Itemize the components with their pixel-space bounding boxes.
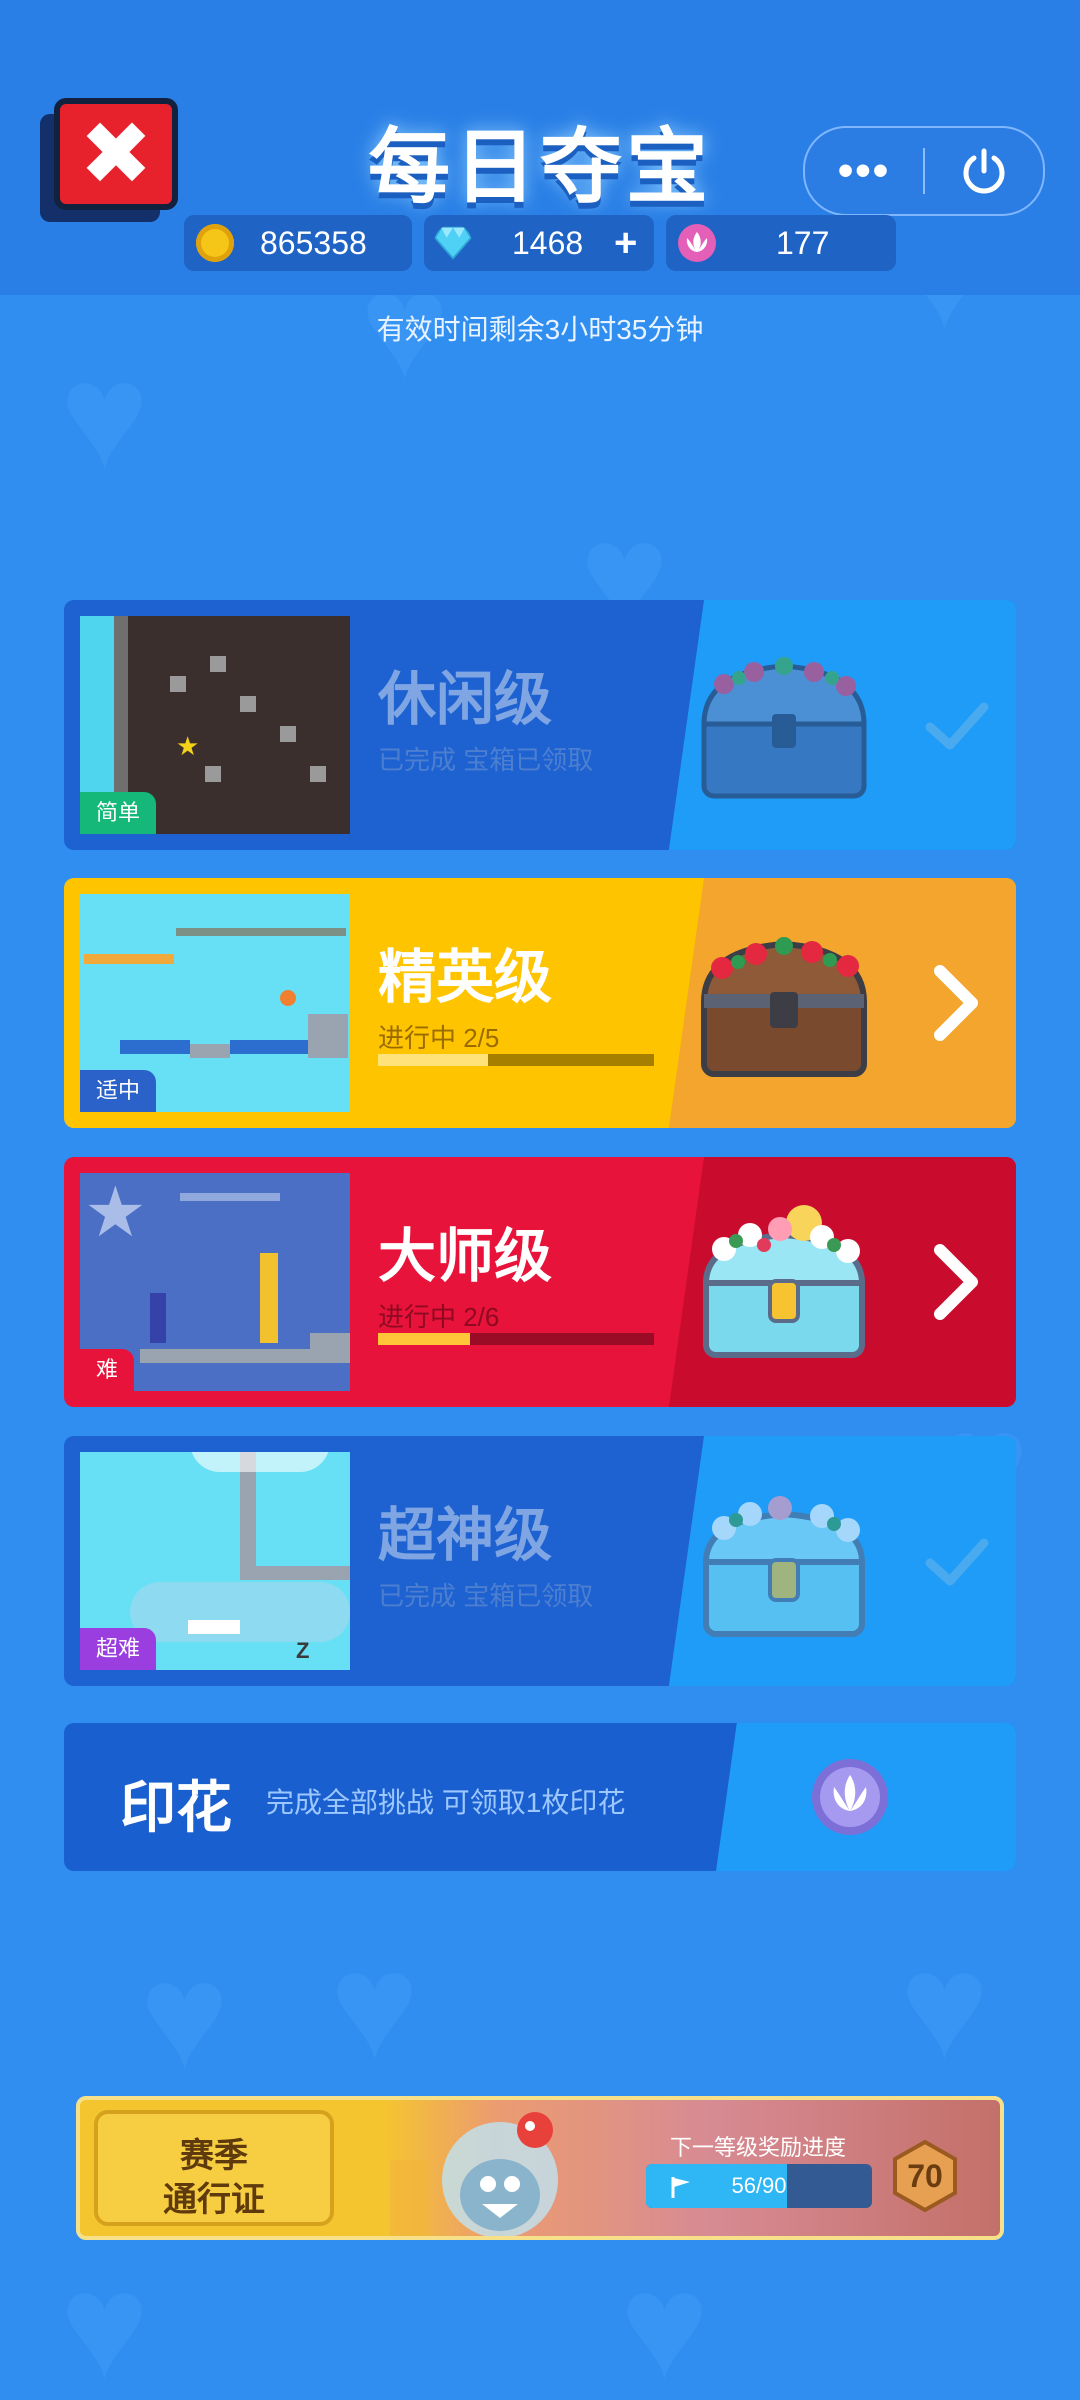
blossom-chest-icon: [702, 1205, 866, 1358]
gold-balance: 865358: [184, 215, 412, 271]
heart-icon: ♥: [140, 1931, 230, 2099]
time-remaining: 有效时间剩余3小时35分钟: [376, 314, 704, 345]
chevron-right-icon: [934, 1244, 978, 1320]
level-progress-bar: [378, 1333, 654, 1345]
mini-program-capsule: •••: [803, 126, 1045, 216]
heart-icon: ♥: [900, 1921, 990, 2089]
level-card-master[interactable]: ★ 难 大师级 进行中 2/6: [64, 1157, 1016, 1407]
level-progress-fill: [378, 1054, 489, 1066]
check-icon: [925, 1538, 989, 1586]
difficulty-tag: 难: [80, 1349, 135, 1391]
difficulty-tag: 超难: [80, 1628, 157, 1670]
season-pass-label-2: 通行证: [163, 2181, 265, 2219]
level-status: 进行中 2/5: [378, 1023, 500, 1053]
season-pass-label-1: 赛季: [180, 2137, 248, 2175]
more-button[interactable]: •••: [805, 128, 923, 214]
level-card-godlike[interactable]: Z 超难 超神级 已完成 宝箱已领取: [64, 1436, 1016, 1686]
level-name: 超神级: [378, 1503, 553, 1568]
heart-icon: ♥: [60, 331, 150, 499]
level-status: 进行中 2/6: [378, 1302, 500, 1332]
add-diamond-button[interactable]: +: [614, 215, 637, 271]
level-progress-fill: [378, 1333, 470, 1345]
heart-icon: ♥: [330, 1921, 420, 2089]
heart-icon: ♥: [60, 2241, 150, 2400]
level-name: 精英级: [378, 945, 553, 1010]
wooden-rose-chest-icon: [700, 937, 868, 1077]
diamond-value: 1468: [512, 225, 584, 261]
chevron-right-icon: [934, 965, 978, 1041]
gold-value: 865358: [260, 225, 367, 261]
lotus-value: 177: [776, 225, 830, 261]
level-status: 已完成 宝箱已领取: [378, 745, 594, 775]
lotus-balance: 177: [666, 215, 896, 271]
season-pass-badge: 赛季 通行证: [94, 2110, 334, 2226]
difficulty-tag: 简单: [80, 792, 157, 834]
gold-coin-icon: [196, 224, 234, 262]
mascot-illustration: [390, 2112, 558, 2236]
level-progress-bar: [378, 1054, 654, 1066]
flag-icon: [671, 2177, 690, 2198]
season-pass-banner[interactable]: 赛季 通行证 下一等级奖励进度 56/90 70: [76, 2096, 1004, 2240]
heart-icon: ♥: [620, 2241, 710, 2400]
level-card-casual[interactable]: ★ 简单 休闲级 已完成 宝箱已领取: [64, 600, 1016, 850]
blue-flower-chest-icon: [701, 657, 867, 799]
blossom-chest-icon: [702, 1496, 866, 1637]
level-status: 已完成 宝箱已领取: [378, 1581, 594, 1611]
level-name: 休闲级: [378, 667, 553, 732]
lotus-token-icon: [678, 224, 716, 262]
check-icon: [925, 702, 989, 750]
stamp-title: 印花: [120, 1776, 232, 1839]
diamond-balance: 1468 +: [424, 215, 654, 271]
season-level-number: 70: [907, 2158, 943, 2194]
stamp-reward-bar[interactable]: 印花 完成全部挑战 可领取1枚印花: [64, 1723, 1016, 1871]
level-card-elite[interactable]: 适中 精英级 进行中 2/5: [64, 878, 1016, 1128]
level-name: 大师级: [378, 1224, 553, 1289]
diamond-icon: [434, 226, 472, 260]
difficulty-tag: 适中: [80, 1070, 157, 1112]
next-reward-label: 下一等级奖励进度: [670, 2135, 847, 2160]
stamp-description: 完成全部挑战 可领取1枚印花: [266, 1787, 626, 1818]
exit-button[interactable]: [925, 128, 1043, 214]
power-icon: [963, 148, 1005, 194]
lotus-stamp-icon: [812, 1759, 888, 1835]
